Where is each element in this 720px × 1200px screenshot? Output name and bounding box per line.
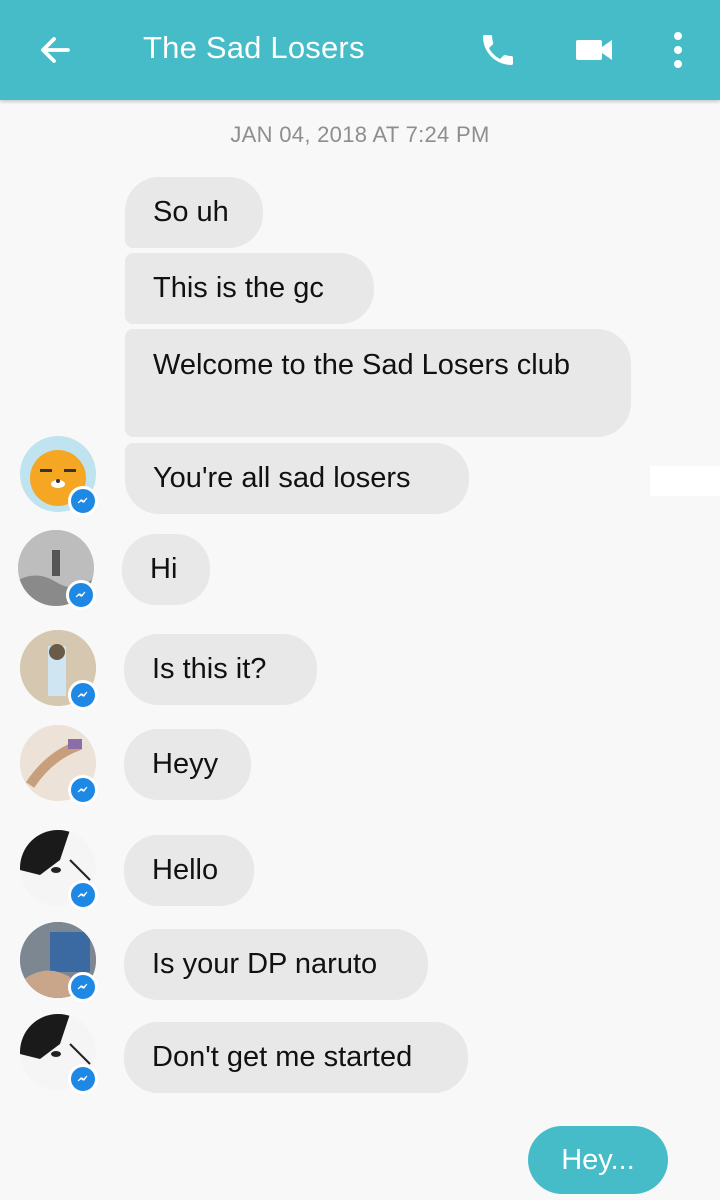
avatar[interactable] [20,630,98,710]
message-bubble[interactable]: Is your DP naruto [124,929,428,1000]
call-button[interactable] [470,22,526,78]
divider [650,466,720,496]
message-bubble[interactable]: This is the gc [125,253,374,324]
phone-icon [483,35,513,65]
message-bubble[interactable]: Don't get me started [124,1022,468,1093]
avatar[interactable] [20,922,98,1002]
messenger-icon [68,486,98,516]
message-bubble[interactable]: Is this it? [124,634,317,705]
chat-title[interactable]: The Sad Losers [143,28,365,68]
sent-message-bubble[interactable]: Hey... [528,1126,668,1194]
message-bubble[interactable]: So uh [125,177,263,248]
arrow-left-icon [41,37,70,63]
more-vertical-icon [674,32,682,68]
message-bubble[interactable]: Hi [122,534,210,605]
message-bubble[interactable]: Welcome to the Sad Losers club [125,329,631,437]
avatar[interactable] [20,436,98,516]
message-bubble[interactable]: You're all sad losers [125,443,469,514]
video-camera-icon [576,40,612,60]
message-bubble[interactable]: Heyy [124,729,251,800]
video-call-button[interactable] [570,22,618,78]
message-timestamp: JAN 04, 2018 AT 7:24 PM [230,122,490,147]
messenger-icon [68,1064,98,1094]
avatar[interactable] [20,1014,98,1094]
avatar[interactable] [20,830,98,910]
back-button[interactable] [30,25,80,75]
messenger-icon [68,972,98,1002]
messenger-icon [66,580,96,610]
messenger-icon [68,680,98,710]
avatar[interactable] [20,725,98,805]
messenger-icon [68,880,98,910]
chat-header: The Sad Losers [0,0,720,100]
avatar[interactable] [18,530,96,610]
more-options-button[interactable] [660,22,696,78]
message-bubble[interactable]: Hello [124,835,254,906]
messenger-icon [68,775,98,805]
